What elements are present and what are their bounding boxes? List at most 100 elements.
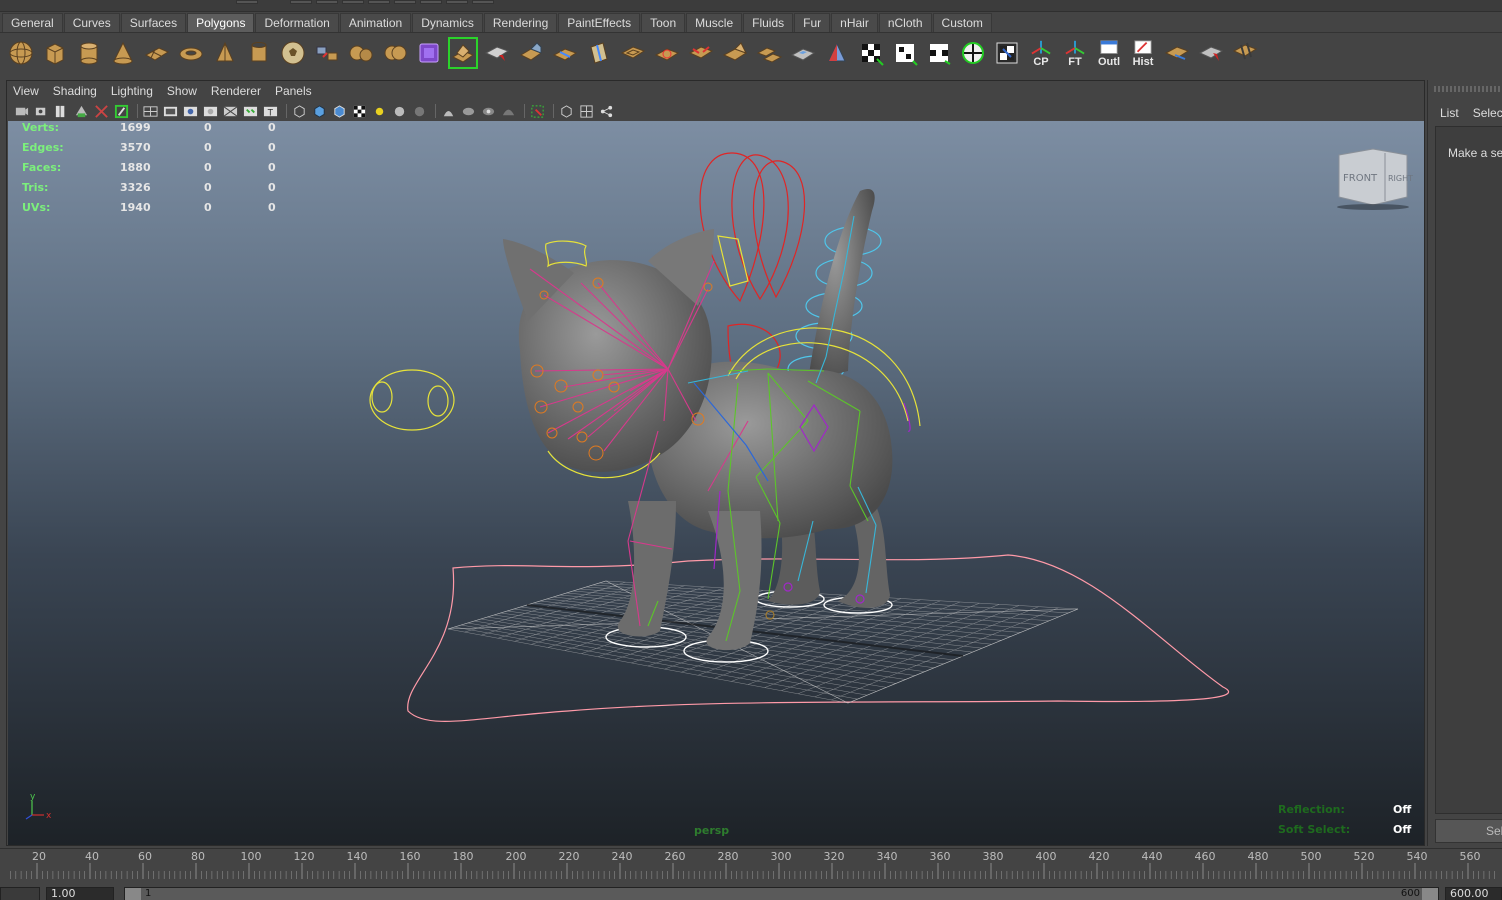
status-line-button[interactable] (446, 0, 468, 4)
shelf-tab-general[interactable]: General (2, 13, 63, 32)
uv-layout-icon[interactable] (890, 37, 920, 69)
camera-attributes-icon[interactable] (33, 103, 49, 119)
shelf-tab-muscle[interactable]: Muscle (686, 13, 743, 32)
scene-canvas[interactable] (8, 121, 1424, 845)
poly-cube-icon[interactable] (40, 37, 70, 69)
panel-menu-panels[interactable]: Panels (275, 84, 312, 98)
select-camera-icon[interactable] (13, 103, 29, 119)
shelf-tab-fluids[interactable]: Fluids (743, 13, 794, 32)
insert-edge-loop-icon[interactable] (584, 37, 614, 69)
shadows-icon[interactable] (391, 103, 407, 119)
separate-icon[interactable] (346, 37, 376, 69)
anim-start-field-stub[interactable] (0, 887, 40, 900)
shelf-tab-custom[interactable]: Custom (932, 13, 992, 32)
field-chart-icon[interactable] (222, 103, 238, 119)
poly-plane-icon[interactable] (142, 37, 172, 69)
shelf-tab-toon[interactable]: Toon (641, 13, 686, 32)
view-cube[interactable]: FRONT RIGHT (1333, 145, 1413, 211)
panel-menu-view[interactable]: View (13, 84, 39, 98)
time-slider-ticks[interactable]: 20 40 60 80 100 120 140 160 180 200 220 240 260 280 30… (0, 849, 1502, 879)
panel-menu-renderer[interactable]: Renderer (211, 84, 261, 98)
film-gate-icon[interactable] (162, 103, 178, 119)
extrude-icon[interactable] (448, 37, 478, 69)
xray-joints-icon[interactable] (480, 103, 496, 119)
ft-button[interactable]: FT (1060, 37, 1090, 69)
safe-title-icon[interactable]: T (262, 103, 278, 119)
shelf-tab-polygons[interactable]: Polygons (187, 13, 255, 32)
wireframe-on-shaded-icon[interactable] (331, 103, 347, 119)
select-toggle-icon[interactable] (529, 103, 545, 119)
measure-icon[interactable] (1230, 37, 1260, 69)
shelf-tab-rendering[interactable]: Rendering (483, 13, 558, 32)
xray-active-icon[interactable] (500, 103, 516, 119)
status-line-button[interactable] (420, 0, 442, 4)
textured-icon[interactable] (351, 103, 367, 119)
select-button[interactable]: Select (1435, 819, 1502, 843)
status-line-button[interactable] (472, 0, 494, 4)
poly-soccer-ball-icon[interactable] (278, 37, 308, 69)
perspective-viewport[interactable]: Verts: 1699 0 0 Edges: 3570 0 0 Faces: 1880 0 0 Tris… (8, 121, 1424, 845)
range-start-handle[interactable] (125, 888, 141, 900)
playback-end-field[interactable]: 600.00 (1445, 887, 1502, 900)
uv-unfold-icon[interactable] (924, 37, 954, 69)
offset-edge-loop-icon[interactable] (618, 37, 648, 69)
boolean-icon[interactable] (380, 37, 410, 69)
poly-torus-icon[interactable] (176, 37, 206, 69)
shelf-tab-deformation[interactable]: Deformation (255, 13, 339, 32)
time-slider[interactable]: 20 40 60 80 100 120 140 160 180 200 220 240 260 280 30… (0, 848, 1502, 879)
safe-action-icon[interactable] (242, 103, 258, 119)
uv-checker-icon[interactable] (856, 37, 886, 69)
uv-editor-icon[interactable] (992, 37, 1022, 69)
bookmarks-icon[interactable] (53, 103, 69, 119)
range-bar[interactable]: 1 600 (124, 887, 1439, 900)
grease-pencil-icon[interactable] (113, 103, 129, 119)
history-button[interactable]: Hist (1128, 37, 1158, 69)
wedge-face-icon[interactable] (720, 37, 750, 69)
2d-pan-zoom-icon[interactable] (93, 103, 109, 119)
shelf-tab-nhair[interactable]: nHair (831, 13, 878, 32)
four-view-icon[interactable] (578, 103, 594, 119)
status-line-button[interactable] (342, 0, 364, 4)
image-plane-icon[interactable] (73, 103, 89, 119)
poly-cylinder-icon[interactable] (74, 37, 104, 69)
panel-menu-show[interactable]: Show (167, 84, 197, 98)
panel-menu-shading[interactable]: Shading (53, 84, 97, 98)
shelf-tab-ncloth[interactable]: nCloth (878, 13, 932, 32)
split-polygon-icon[interactable] (550, 37, 580, 69)
playback-start-field[interactable]: 1.00 (46, 887, 114, 900)
poly-cone-icon[interactable] (108, 37, 138, 69)
single-view-icon[interactable] (558, 103, 574, 119)
poly-sphere-icon[interactable] (6, 37, 36, 69)
use-all-lights-icon[interactable] (371, 103, 387, 119)
range-end-handle[interactable] (1422, 888, 1438, 900)
status-line-button[interactable] (236, 0, 258, 4)
xray-icon[interactable] (460, 103, 476, 119)
grid-toggle-icon[interactable] (142, 103, 158, 119)
uv-sphere-map-icon[interactable] (958, 37, 988, 69)
shelf-tab-animation[interactable]: Animation (339, 13, 412, 32)
panel-menu-lighting[interactable]: Lighting (111, 84, 153, 98)
smooth-icon[interactable] (414, 37, 444, 69)
cp-button[interactable]: CP (1026, 37, 1056, 69)
side-tab-list[interactable]: List (1440, 106, 1459, 120)
side-tab-selected[interactable]: Selected (1473, 106, 1502, 120)
status-line-button[interactable] (368, 0, 390, 4)
ambient-occlusion-icon[interactable] (411, 103, 427, 119)
status-line-button[interactable] (316, 0, 338, 4)
status-line-button[interactable] (394, 0, 416, 4)
smooth-shade-icon[interactable] (311, 103, 327, 119)
hypergraph-icon[interactable] (598, 103, 614, 119)
extract-icon[interactable] (788, 37, 818, 69)
transfer-uv-icon[interactable] (1196, 37, 1226, 69)
panel-grip[interactable] (1434, 86, 1500, 92)
poke-face-icon[interactable] (686, 37, 716, 69)
append-polygon-icon[interactable] (516, 37, 546, 69)
shelf-tab-dynamics[interactable]: Dynamics (412, 13, 483, 32)
poly-pyramid-icon[interactable] (210, 37, 240, 69)
status-line-button[interactable] (290, 0, 312, 4)
gate-mask-icon[interactable] (202, 103, 218, 119)
wireframe-icon[interactable] (291, 103, 307, 119)
resolution-gate-icon[interactable] (182, 103, 198, 119)
sculpt-icon[interactable] (652, 37, 682, 69)
mirror-icon[interactable] (822, 37, 852, 69)
